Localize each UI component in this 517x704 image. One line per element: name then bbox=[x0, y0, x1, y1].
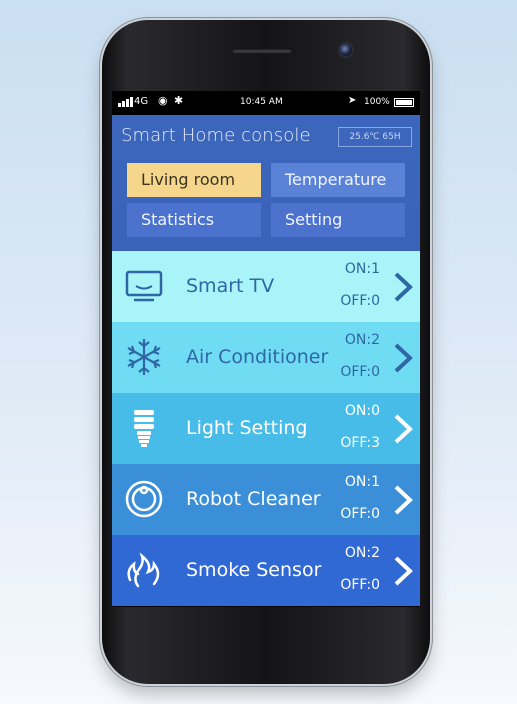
screen-bottom-bar bbox=[112, 606, 420, 607]
chevron-right-icon[interactable] bbox=[392, 342, 414, 374]
temperature-humidity-readout: 25.6℃ 65H bbox=[338, 127, 412, 147]
chevron-right-icon[interactable] bbox=[392, 484, 414, 516]
tab-temperature[interactable]: Temperature bbox=[271, 163, 405, 197]
tab-living-room[interactable]: Living room bbox=[127, 163, 261, 197]
device-on-count: ON:2 bbox=[344, 545, 380, 561]
status-time: 10:45 AM bbox=[240, 97, 283, 107]
device-row-robot-cleaner[interactable]: Robot Cleaner ON:1 OFF:0 bbox=[112, 464, 420, 535]
flame-icon bbox=[127, 552, 160, 588]
app-title: Smart Home console bbox=[121, 125, 311, 146]
light-bulb-icon bbox=[134, 410, 154, 447]
device-off-count: OFF:0 bbox=[340, 364, 380, 380]
network-type: 4G bbox=[134, 96, 149, 107]
device-name: Smoke Sensor bbox=[186, 559, 322, 581]
device-off-count: OFF:0 bbox=[340, 506, 380, 522]
device-name: Robot Cleaner bbox=[186, 488, 321, 510]
chevron-right-icon[interactable] bbox=[392, 271, 414, 303]
app-content: Smart Home console 25.6℃ 65H Living room… bbox=[112, 115, 420, 607]
tab-statistics[interactable]: Statistics bbox=[127, 203, 261, 237]
bluetooth-icon: ✱ bbox=[174, 94, 184, 107]
robot-cleaner-icon bbox=[125, 480, 163, 518]
signal-icon bbox=[118, 97, 133, 107]
app-header: Smart Home console 25.6℃ 65H Living room… bbox=[112, 115, 420, 251]
speaker-grille bbox=[232, 48, 292, 53]
device-name: Smart TV bbox=[186, 275, 275, 297]
device-row-air-conditioner[interactable]: Air Conditioner ON:2 OFF:0 bbox=[112, 322, 420, 393]
device-on-count: ON:0 bbox=[344, 403, 380, 419]
device-on-count: ON:2 bbox=[344, 332, 380, 348]
device-on-count: ON:1 bbox=[344, 261, 380, 277]
device-on-count: ON:1 bbox=[344, 474, 380, 490]
location-arrow-icon: ➤ bbox=[348, 95, 357, 106]
device-row-light-setting[interactable]: Light Setting ON:0 OFF:3 bbox=[112, 393, 420, 464]
tab-setting[interactable]: Setting bbox=[271, 203, 405, 237]
snowflake-icon bbox=[127, 339, 161, 375]
device-off-count: OFF:0 bbox=[340, 577, 380, 593]
device-row-smart-tv[interactable]: Smart TV ON:1 OFF:0 bbox=[112, 251, 420, 322]
smartphone: 4G ◉ ✱ 10:45 AM ➤ 100% Smart Home consol… bbox=[102, 20, 430, 684]
chevron-right-icon[interactable] bbox=[392, 413, 414, 445]
device-off-count: OFF:3 bbox=[340, 435, 380, 451]
wifi-icon: ◉ bbox=[158, 94, 168, 107]
phone-screen: 4G ◉ ✱ 10:45 AM ➤ 100% Smart Home consol… bbox=[112, 91, 420, 607]
device-name: Light Setting bbox=[186, 417, 308, 439]
device-name: Air Conditioner bbox=[186, 346, 329, 368]
device-row-smoke-sensor[interactable]: Smoke Sensor ON:2 OFF:0 bbox=[112, 535, 420, 606]
status-bar: 4G ◉ ✱ 10:45 AM ➤ 100% bbox=[112, 91, 420, 115]
battery-icon bbox=[394, 98, 414, 107]
battery-level: 100% bbox=[364, 97, 390, 107]
front-camera bbox=[338, 42, 354, 58]
device-off-count: OFF:0 bbox=[340, 293, 380, 309]
tv-icon bbox=[125, 270, 163, 302]
chevron-right-icon[interactable] bbox=[392, 555, 414, 587]
